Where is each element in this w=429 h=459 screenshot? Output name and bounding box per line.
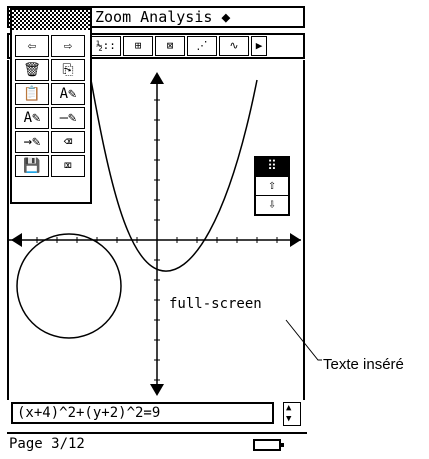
callout-label: Texte inséré <box>323 356 404 373</box>
callout-line <box>285 319 322 361</box>
callout-overlay <box>285 319 322 361</box>
